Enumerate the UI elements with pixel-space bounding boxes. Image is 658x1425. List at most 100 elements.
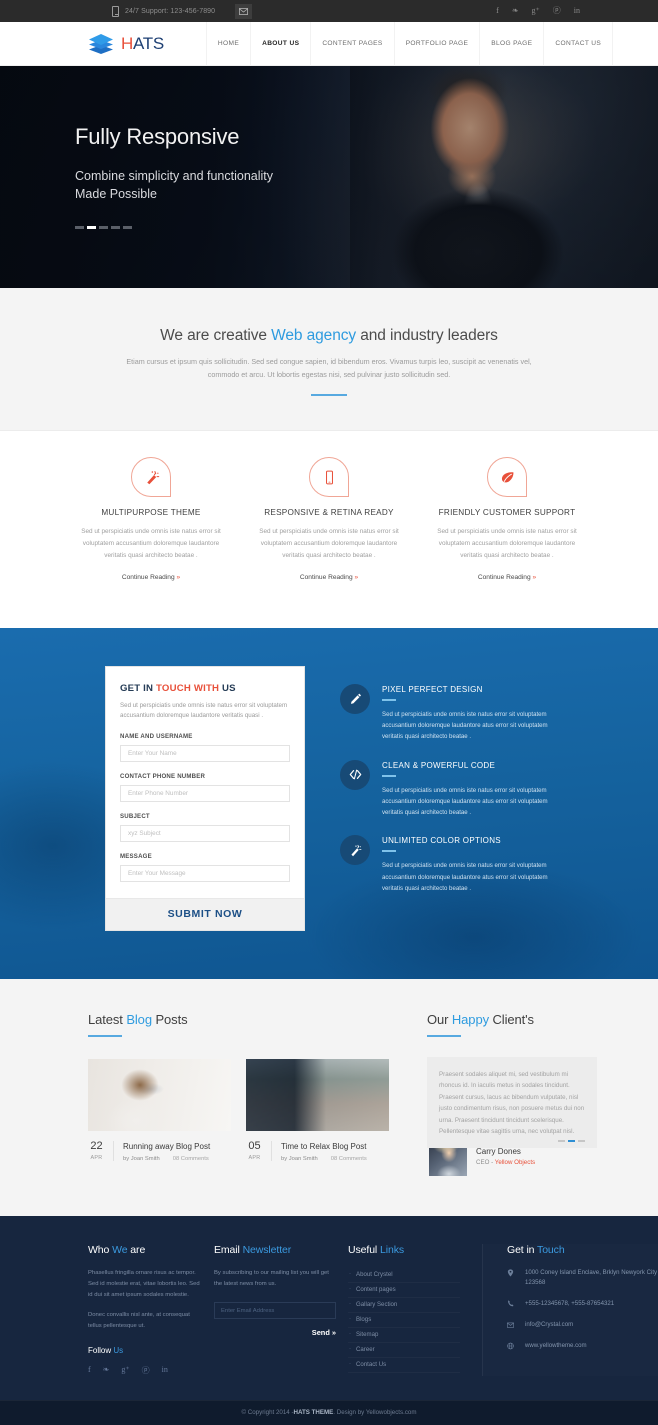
blog-post-info: Running away Blog Post by Joan Smith 08 … — [114, 1141, 210, 1162]
testimonial-dot-3[interactable] — [578, 1139, 585, 1142]
subject-input[interactable] — [120, 824, 290, 842]
footer-email-text[interactable]: info@Crystal.com — [525, 1320, 573, 1330]
copyright-bar: © Copyright 2014 - HATS THEME. Design by… — [0, 1399, 658, 1425]
blog-post-title[interactable]: Time to Relax Blog Post — [281, 1142, 367, 1151]
logo[interactable]: HATS — [88, 32, 164, 56]
testimonials-title-divider — [427, 1034, 461, 1037]
feature-title: MULTIPURPOSE THEME — [101, 508, 201, 518]
support-info: 24/7 Support: 123-456-7890 — [112, 3, 253, 19]
arrow-icon: » — [176, 573, 181, 581]
pinterest-icon[interactable]: ⓟ — [142, 1365, 150, 1376]
blog-post-month: APR — [90, 1154, 103, 1161]
hero-subtitle: Combine simplicity and functionality Mad… — [75, 167, 658, 203]
blog-post-meta: 05 APR Time to Relax Blog Post by Joan S… — [246, 1140, 389, 1162]
newsletter-email-input[interactable] — [214, 1302, 336, 1320]
google-plus-icon[interactable]: g⁺ — [121, 1365, 129, 1376]
blue-feature-title: PIXEL PERFECT DESIGN — [382, 684, 483, 694]
blog-post-title[interactable]: Running away Blog Post — [123, 1142, 210, 1151]
copyright-pre: © Copyright 2014 - — [241, 1409, 294, 1417]
footer-website-row: www.yellowtheme.com — [507, 1341, 658, 1351]
blog-post-comments[interactable]: 08 Comments — [331, 1156, 367, 1162]
blog-post-info: Time to Relax Blog Post by Joan Smith 08… — [272, 1141, 367, 1162]
nav-item-portfolio-page[interactable]: PORTFOLIO PAGE — [395, 21, 481, 66]
pinterest-icon[interactable]: ⓟ — [553, 7, 561, 15]
testimonial-slider-dots — [558, 1139, 585, 1142]
hero-slide-dot-5[interactable] — [123, 226, 132, 230]
hero-slide-dot-4[interactable] — [111, 226, 120, 230]
footer-link-contact-us[interactable]: Contact Us — [348, 1358, 460, 1373]
site-footer: Who We are Phasellus fringilla ornare ri… — [0, 1215, 658, 1400]
nav-item-blog-page[interactable]: BLOG PAGE — [480, 21, 545, 66]
blue-feature-title: UNLIMITED COLOR OPTIONS — [382, 836, 501, 846]
twitter-icon[interactable]: ❧ — [103, 1365, 110, 1376]
phone-input[interactable] — [120, 784, 290, 802]
footer-who-title: Who We are — [88, 1244, 201, 1256]
blog-post-author: by Joan Smith — [123, 1155, 160, 1162]
testimonial-author-role: CEO - Yellow Objects — [476, 1159, 535, 1166]
google-plus-icon[interactable]: g⁺ — [532, 7, 540, 15]
blog-post-thumbnail[interactable] — [88, 1058, 231, 1131]
linkedin-icon[interactable]: in — [574, 7, 580, 15]
nav-item-contact-us[interactable]: CONTACT US — [544, 21, 614, 66]
blog-post-card[interactable]: 05 APR Time to Relax Blog Post by Joan S… — [246, 1058, 389, 1162]
nav-item-content-pages[interactable]: CONTENT PAGES — [311, 21, 395, 66]
footer-website-text[interactable]: www.yellowtheme.com — [525, 1341, 587, 1351]
hero-slide-dot-2[interactable] — [87, 226, 96, 230]
linkedin-icon[interactable]: in — [162, 1365, 168, 1376]
continue-reading-label: Continue Reading — [299, 573, 353, 581]
testimonial-dot-1[interactable] — [558, 1139, 565, 1142]
message-field-label: MESSAGE — [120, 852, 152, 860]
feature-card-friendly-customer-support: FRIENDLY CUSTOMER SUPPORT Sed ut perspic… — [418, 457, 596, 584]
blog-post-month: APR — [248, 1154, 261, 1161]
hero-title: Fully Responsive — [75, 124, 240, 149]
continue-reading-link[interactable]: Continue Reading » — [300, 574, 358, 581]
blue-feature-title: CLEAN & POWERFUL CODE — [382, 760, 496, 770]
facebook-icon[interactable]: f — [88, 1365, 91, 1376]
footer-touch-title: Get in Touch — [507, 1244, 658, 1256]
footer-link-sitemap[interactable]: Sitemap — [348, 1328, 460, 1343]
feature-card-responsive-retina-ready: RESPONSIVE & RETINA READY Sed ut perspic… — [240, 457, 418, 584]
blog-title-pre: Latest — [88, 1011, 127, 1027]
magic-wand-icon — [340, 835, 370, 866]
footer-links-title-pre: Useful — [348, 1243, 380, 1256]
leaf-icon — [487, 457, 527, 498]
blue-features-list: PIXEL PERFECT DESIGN Sed ut perspiciatis… — [340, 666, 554, 931]
contact-title-accent: TOUCH WITH — [156, 682, 220, 694]
footer-link-about-crystel[interactable]: About Crystel — [348, 1268, 460, 1283]
arrow-icon: » — [532, 573, 537, 581]
hero-slide-dot-1[interactable] — [75, 226, 84, 230]
testimonial-dot-2[interactable] — [568, 1139, 575, 1142]
message-input[interactable] — [120, 864, 290, 882]
testimonial-author-name: Carry Dones — [476, 1147, 521, 1157]
features-section: MULTIPURPOSE THEME Sed ut perspiciatis u… — [0, 431, 658, 628]
contact-section: GET IN TOUCH WITH US Sed ut perspiciatis… — [0, 627, 658, 979]
top-bar: 24/7 Support: 123-456-7890 f ❧ g⁺ ⓟ in — [0, 0, 658, 22]
footer-follow-pre: Follow — [88, 1345, 114, 1355]
newsletter-send-button[interactable]: Send » — [214, 1328, 336, 1337]
footer-follow-accent: Us — [113, 1345, 124, 1355]
intro-heading: We are creative Web agency and industry … — [0, 327, 658, 345]
blog-post-thumbnail[interactable] — [246, 1058, 389, 1131]
blog-post-card[interactable]: 22 APR Running away Blog Post by Joan Sm… — [88, 1058, 231, 1162]
submit-now-button[interactable]: SUBMIT NOW — [106, 897, 304, 930]
footer-link-content-pages[interactable]: Content pages — [348, 1283, 460, 1298]
continue-reading-link[interactable]: Continue Reading » — [122, 574, 180, 581]
hero-slide-dot-3[interactable] — [99, 226, 108, 230]
footer-link-blogs[interactable]: Blogs — [348, 1313, 460, 1328]
lower-section: Latest Blog Posts 22 APR Running away Bl… — [0, 978, 658, 1216]
blue-feature-divider — [382, 850, 396, 853]
blog-post-comments[interactable]: 08 Comments — [173, 1156, 209, 1162]
envelope-icon[interactable] — [235, 3, 253, 19]
support-text: 24/7 Support: 123-456-7890 — [125, 7, 216, 15]
facebook-icon[interactable]: f — [496, 7, 499, 15]
footer-link-gallary-section[interactable]: Gallary Section — [348, 1298, 460, 1313]
nav-item-home[interactable]: HOME — [205, 21, 252, 66]
twitter-icon[interactable]: ❧ — [512, 7, 519, 15]
footer-link-career[interactable]: Career — [348, 1343, 460, 1358]
name-input[interactable] — [120, 744, 290, 762]
footer-follow-label: Follow Us — [88, 1346, 201, 1355]
testimonial-card: Praesent sodales aliquet mi, sed vestibu… — [427, 1056, 597, 1148]
footer-address-row: 1000 Coney Island Enclave, Brklyn Newyor… — [507, 1268, 658, 1288]
continue-reading-link[interactable]: Continue Reading » — [478, 574, 536, 581]
nav-item-about-us[interactable]: ABOUT US — [251, 21, 312, 70]
